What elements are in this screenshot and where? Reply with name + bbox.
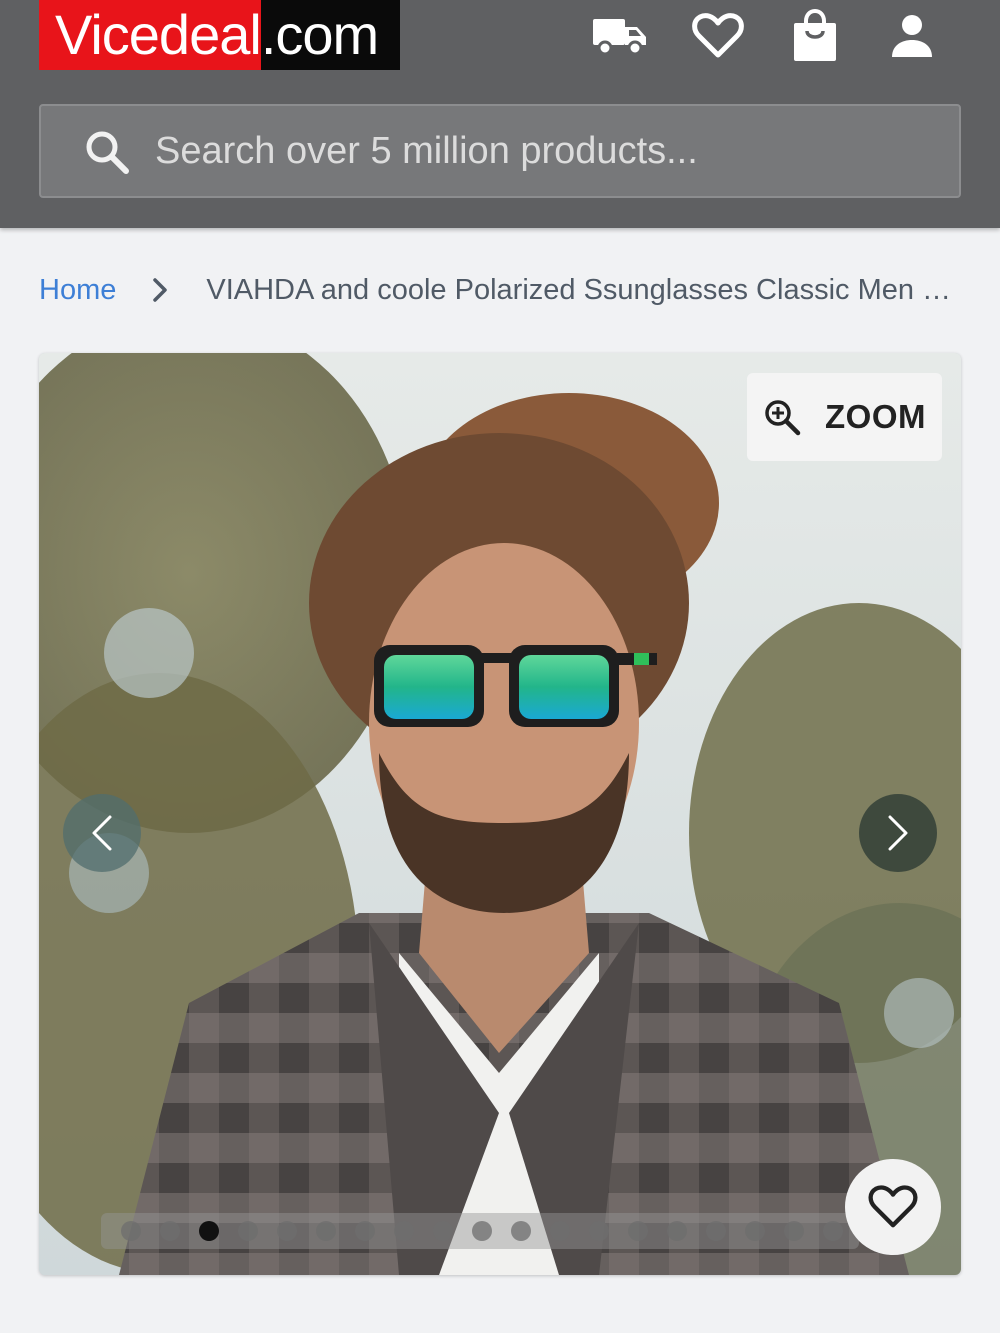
breadcrumb: Home VIAHDA and coole Polarized Ssunglas… [39, 268, 959, 312]
add-to-wishlist-button[interactable] [845, 1159, 941, 1255]
chevron-right-icon [152, 275, 172, 305]
search-bar [39, 104, 961, 198]
pagination-dot[interactable] [238, 1221, 258, 1241]
breadcrumb-home-link[interactable]: Home [39, 274, 116, 307]
pagination-dot[interactable] [433, 1221, 453, 1241]
pagination-dot[interactable] [316, 1221, 336, 1241]
pagination-dot[interactable] [784, 1221, 804, 1241]
pagination-dot[interactable] [277, 1221, 297, 1241]
pagination-dot[interactable] [472, 1221, 492, 1241]
logo-text-right: .com [260, 0, 401, 70]
pagination-dot[interactable] [511, 1221, 531, 1241]
pagination-dot[interactable] [550, 1221, 570, 1241]
pagination-dot[interactable] [199, 1221, 219, 1241]
site-logo[interactable]: Vicedeal .com [39, 0, 401, 70]
chevron-left-icon [92, 815, 112, 851]
heart-icon[interactable] [686, 8, 750, 64]
search-input[interactable] [155, 106, 935, 196]
zoom-in-icon [765, 400, 801, 436]
shopping-bag-icon[interactable] [783, 8, 847, 64]
pagination-dot[interactable] [628, 1221, 648, 1241]
pagination-dot[interactable] [745, 1221, 765, 1241]
image-pagination-dots [101, 1213, 859, 1249]
pagination-dot[interactable] [706, 1221, 726, 1241]
logo-text-left: Vicedeal [39, 0, 262, 70]
next-image-button[interactable] [859, 794, 937, 872]
chevron-right-icon [888, 815, 908, 851]
truck-icon[interactable] [588, 8, 652, 64]
pagination-dot[interactable] [394, 1221, 414, 1241]
breadcrumb-current-product: VIAHDA and coole Polarized Ssunglasses C… [206, 273, 951, 306]
pagination-dot[interactable] [160, 1221, 180, 1241]
pagination-dot[interactable] [667, 1221, 687, 1241]
site-header: Vicedeal .com [0, 0, 1000, 228]
pagination-dot[interactable] [355, 1221, 375, 1241]
pagination-dot[interactable] [823, 1221, 843, 1241]
pagination-dot[interactable] [121, 1221, 141, 1241]
product-photo[interactable] [39, 353, 961, 1275]
user-icon[interactable] [880, 8, 944, 64]
zoom-button[interactable]: ZOOM [747, 373, 942, 461]
heart-icon [868, 1185, 918, 1228]
previous-image-button[interactable] [63, 794, 141, 872]
pagination-dot[interactable] [589, 1221, 609, 1241]
search-icon[interactable] [83, 128, 131, 176]
product-image-gallery: ZOOM [39, 353, 961, 1275]
zoom-label: ZOOM [825, 398, 926, 435]
